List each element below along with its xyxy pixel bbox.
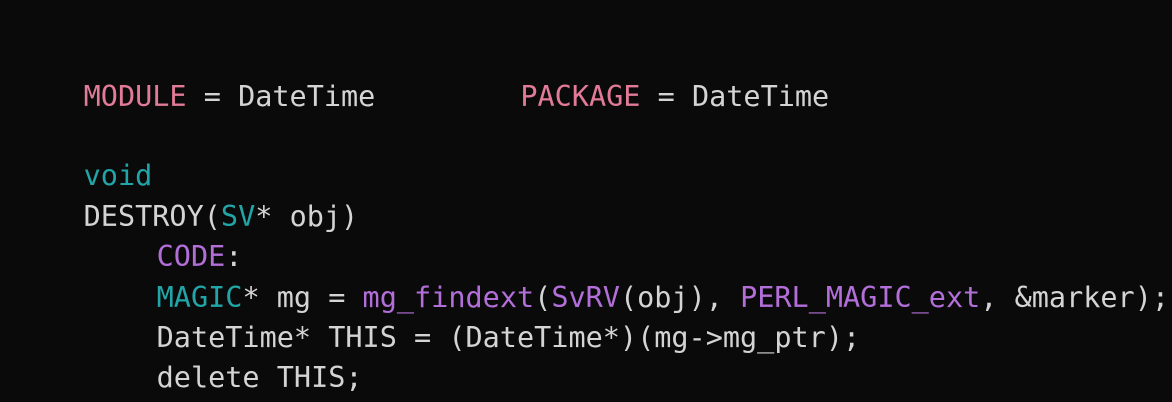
module-value: DateTime bbox=[238, 80, 376, 113]
module-keyword: MODULE bbox=[83, 80, 187, 113]
code-line-delete: delete THIS; bbox=[15, 318, 363, 394]
code-line-signature: DESTROY(SV* obj) bbox=[15, 157, 359, 233]
code-editor: MODULE = DateTime PACKAGE = DateTime void… bbox=[0, 0, 1172, 402]
delete-statement: delete THIS; bbox=[156, 361, 363, 394]
assign-operator: = bbox=[640, 80, 692, 113]
code-line-return-type: void bbox=[15, 116, 153, 192]
call-tail: , &marker); bbox=[980, 281, 1170, 314]
package-value: DateTime bbox=[691, 80, 830, 113]
param-rest: * obj) bbox=[255, 200, 359, 233]
code-line-code-label: CODE: bbox=[15, 197, 243, 273]
assign-operator: = bbox=[186, 80, 239, 113]
package-keyword: PACKAGE bbox=[520, 80, 641, 113]
code-line-this-cast: DateTime* THIS = (DateTime*)(mg->mg_ptr)… bbox=[15, 278, 861, 354]
code-line-magic: MAGIC* mg = mg_findext(SvRV(obj), PERL_M… bbox=[15, 238, 1169, 314]
code-line-module: MODULE = DateTime PACKAGE = DateTime bbox=[15, 37, 830, 113]
